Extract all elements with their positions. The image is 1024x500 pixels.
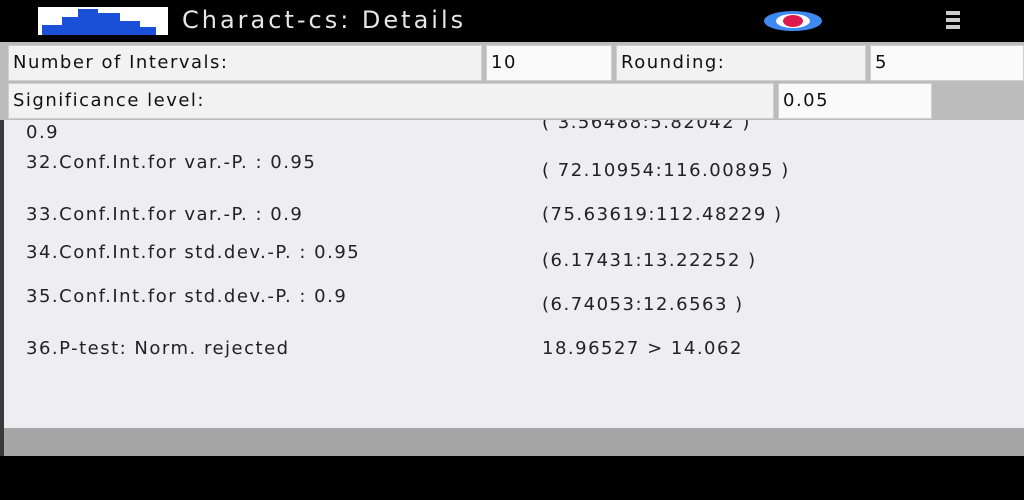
result-value: (6.17431:13.22252 )	[542, 250, 757, 271]
result-name: 32.Conf.Int.for var.-P. : 0.95	[26, 152, 317, 173]
result-value: ( 3.56488:5.82042 )	[542, 120, 751, 133]
result-value: (6.74053:12.6563 )	[542, 294, 744, 315]
navigation-bar	[0, 456, 1024, 500]
overflow-menu-icon[interactable]	[944, 11, 962, 31]
histogram-icon	[38, 7, 168, 35]
results-list[interactable]: 0.9 ( 3.56488:5.82042 ) 32.Conf.Int.for …	[4, 120, 1024, 428]
result-name: 33.Conf.Int.for var.-P. : 0.9	[26, 204, 304, 225]
significance-label: Significance level:	[8, 83, 774, 119]
page-title: Charact-cs: Details	[182, 6, 467, 34]
rounding-input[interactable]: 5	[870, 45, 1024, 81]
result-value: (75.63619:112.48229 )	[542, 204, 783, 225]
result-name: 36.P-test: Norm. rejected	[26, 338, 290, 359]
result-name: 0.9	[26, 122, 60, 143]
target-icon[interactable]	[764, 11, 822, 31]
significance-input[interactable]: 0.05	[778, 83, 932, 119]
result-value: 18.96527 > 14.062	[542, 338, 743, 359]
result-name: 35.Conf.Int.for std.dev.-P. : 0.9	[26, 286, 348, 307]
footer-band	[4, 428, 1024, 456]
intervals-label: Number of Intervals:	[8, 45, 482, 81]
app-bar: Charact-cs: Details	[0, 0, 1024, 42]
intervals-input[interactable]: 10	[486, 45, 612, 81]
result-value: ( 72.10954:116.00895 )	[542, 160, 790, 181]
result-name: 34.Conf.Int.for std.dev.-P. : 0.95	[26, 242, 361, 263]
parameters-panel: Number of Intervals: 10 Rounding: 5 Sign…	[0, 42, 1024, 122]
rounding-label: Rounding:	[616, 45, 866, 81]
